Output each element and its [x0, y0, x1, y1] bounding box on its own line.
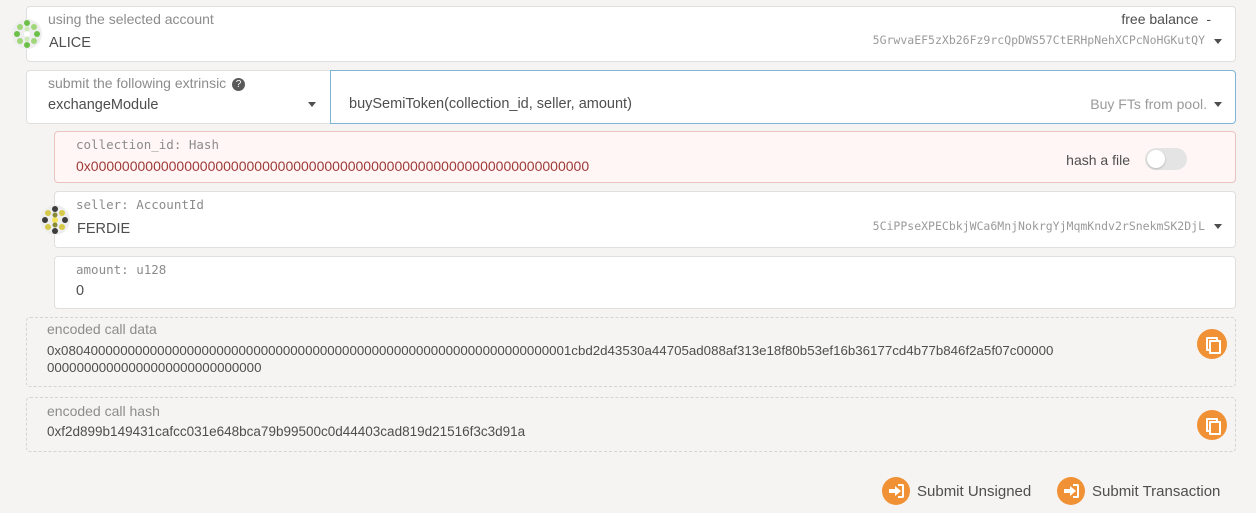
account-label: using the selected account: [48, 11, 214, 27]
seller-name: FERDIE: [77, 221, 131, 237]
encoded-call-hash: encoded call hash 0xf2d899b149431cafcc03…: [26, 397, 1236, 452]
free-balance-value: -: [1206, 11, 1211, 27]
module-selector[interactable]: submit the following extrinsic ? exchang…: [26, 70, 330, 124]
chevron-down-icon[interactable]: [1214, 102, 1222, 107]
submit-transaction-label: Submit Transaction: [1092, 482, 1221, 500]
encoded-call-hash-label: encoded call hash: [47, 403, 160, 419]
extrinsic-label: submit the following extrinsic: [48, 75, 227, 91]
copy-icon[interactable]: [1197, 410, 1227, 440]
free-balance-label: free balance -: [1121, 11, 1211, 27]
account-name: ALICE: [49, 35, 91, 51]
account-avatar: [11, 18, 43, 50]
encoded-call-data: encoded call data 0x08040000000000000000…: [26, 317, 1236, 387]
encoded-call-data-line1: 0x08040000000000000000000000000000000000…: [47, 343, 1054, 358]
method-selector[interactable]: buySemiToken(collection_id, seller, amou…: [330, 70, 1236, 124]
hash-file-toggle[interactable]: [1145, 148, 1187, 170]
help-icon[interactable]: ?: [232, 78, 246, 91]
copy-icon[interactable]: [1197, 329, 1227, 359]
seller-selector[interactable]: seller: AccountId FERDIE 5CiPPseXPECbkjW…: [40, 191, 1236, 248]
free-balance-text: free balance: [1121, 11, 1199, 27]
extrinsic-label-row: submit the following extrinsic ?: [48, 75, 246, 91]
chevron-down-icon[interactable]: [1214, 224, 1222, 229]
chevron-down-icon[interactable]: [1214, 39, 1222, 44]
chevron-down-icon[interactable]: [308, 102, 316, 107]
encoded-call-hash-value: 0xf2d899b149431cafcc031e648bca79b99500c0…: [47, 424, 526, 439]
hash-file-label: hash a file: [1066, 152, 1130, 168]
method-description: Buy FTs from pool.: [1090, 96, 1207, 112]
seller-address: 5CiPPseXPECbkjWCa6MnjNokrgYjMqmKndv2rSne…: [872, 219, 1205, 233]
submit-unsigned-label: Submit Unsigned: [917, 482, 1032, 500]
account-address: 5GrwvaEF5zXb26Fz9rcQpDWS57CtERHpNehXCPcN…: [872, 33, 1205, 47]
submit-unsigned-button[interactable]: Submit Unsigned: [882, 477, 1031, 505]
sign-in-icon: [882, 477, 910, 505]
encoded-call-data-label: encoded call data: [47, 321, 157, 337]
account-selector[interactable]: using the selected account ALICE free ba…: [12, 6, 1236, 62]
collection-id-field[interactable]: collection_id: Hash 0x000000000000000000…: [54, 131, 1236, 183]
module-name: exchangeModule: [48, 97, 159, 113]
help-icon-glyph: ?: [235, 79, 242, 90]
collection-id-value[interactable]: 0x00000000000000000000000000000000000000…: [76, 158, 589, 174]
toggle-knob: [1147, 150, 1165, 168]
encoded-call-data-line2: 00000000000000000000000000000: [47, 360, 262, 375]
amount-field[interactable]: amount: u128 0: [54, 256, 1236, 309]
sign-in-icon: [1057, 477, 1085, 505]
amount-label: amount: u128: [76, 262, 167, 277]
seller-avatar: [39, 204, 71, 236]
method-name: buySemiToken(collection_id, seller, amou…: [349, 96, 632, 112]
collection-id-label: collection_id: Hash: [76, 137, 219, 152]
amount-value[interactable]: 0: [76, 283, 84, 299]
seller-label: seller: AccountId: [76, 197, 204, 212]
submit-transaction-button[interactable]: Submit Transaction: [1057, 477, 1220, 505]
